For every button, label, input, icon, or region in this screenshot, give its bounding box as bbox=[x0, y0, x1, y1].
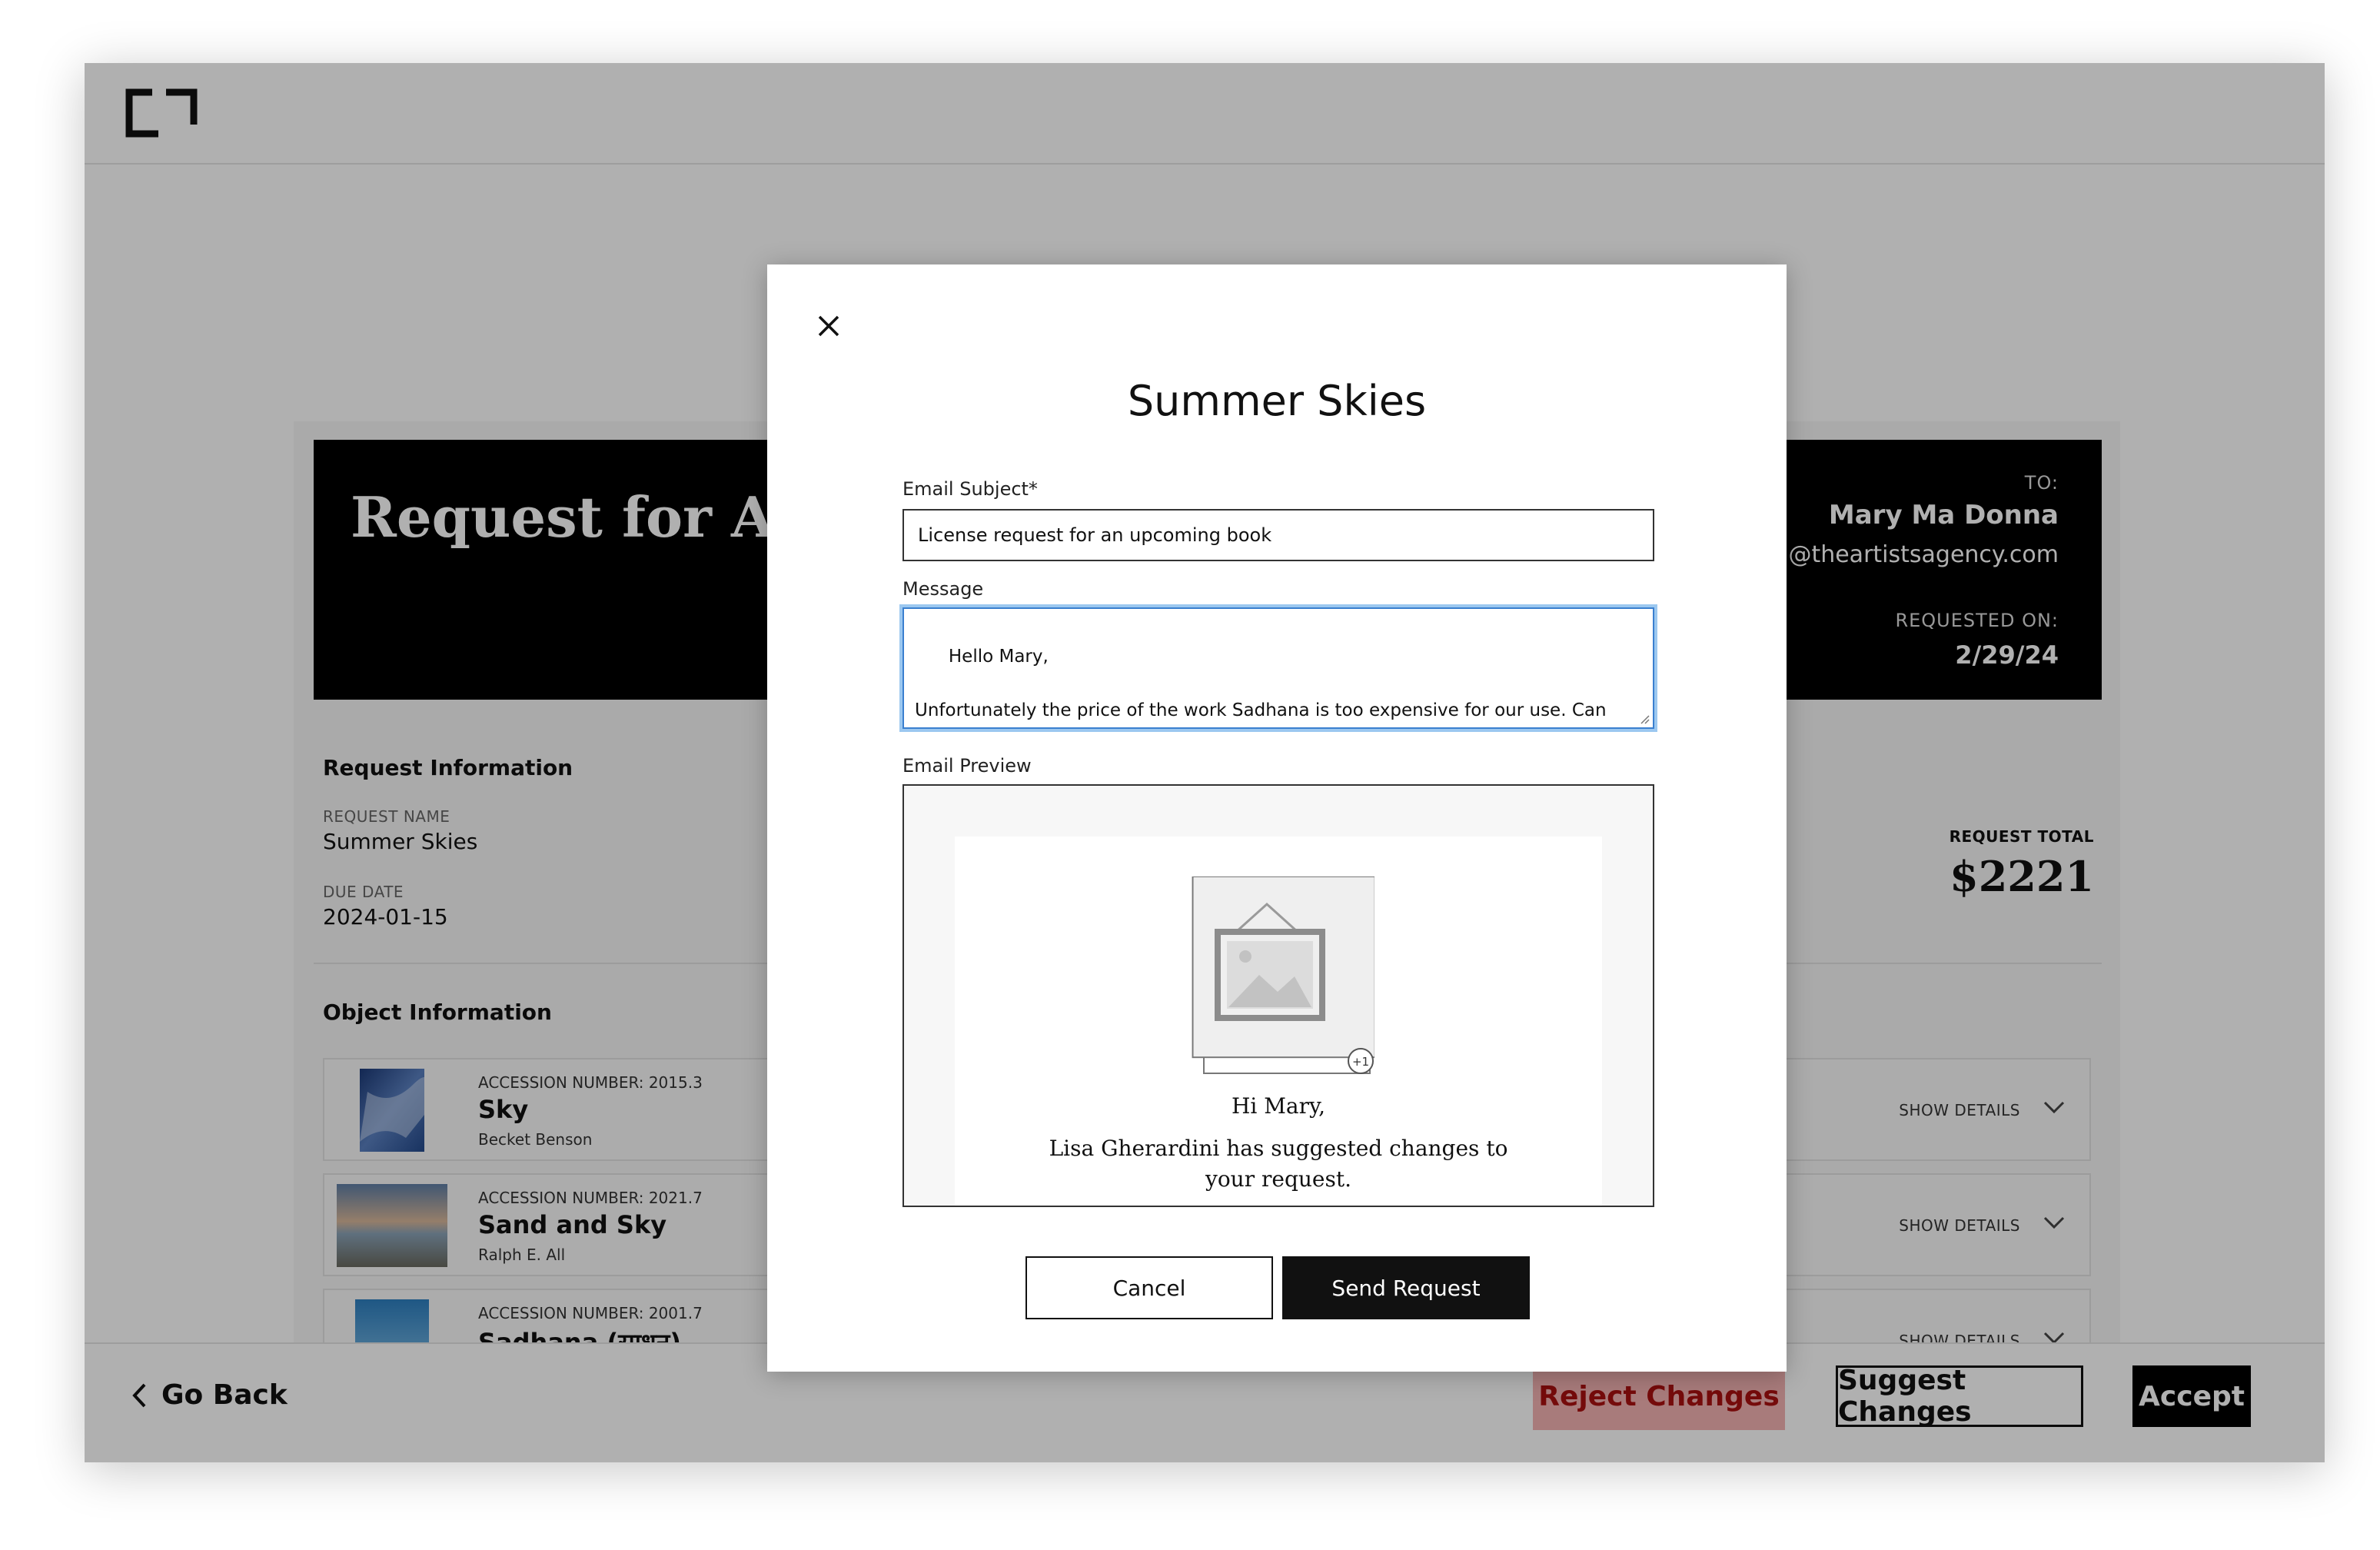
preview-badge: +1 bbox=[1352, 1055, 1369, 1069]
modal-title: Summer Skies bbox=[1127, 377, 1427, 425]
email-preview-label: Email Preview bbox=[902, 755, 1032, 777]
email-subject-label: Email Subject* bbox=[902, 478, 1038, 500]
email-preview-body: +1 Hi Mary, Lisa Gherardini has suggeste… bbox=[955, 837, 1602, 1206]
cancel-button[interactable]: Cancel bbox=[1025, 1256, 1273, 1319]
message-textarea[interactable]: Hello Mary, Unfortunately the price of t… bbox=[902, 607, 1654, 729]
message-label: Message bbox=[902, 578, 984, 600]
preview-message: Lisa Gherardini has suggested changes to… bbox=[1049, 1136, 1508, 1192]
preview-greeting: Hi Mary, bbox=[1231, 1093, 1326, 1119]
close-icon[interactable] bbox=[813, 311, 844, 341]
resize-handle-icon[interactable] bbox=[1639, 713, 1650, 724]
message-text: Hello Mary, Unfortunately the price of t… bbox=[915, 647, 1607, 720]
email-preview: +1 Hi Mary, Lisa Gherardini has suggeste… bbox=[902, 784, 1654, 1207]
email-subject-input[interactable]: License request for an upcoming book bbox=[902, 509, 1654, 561]
send-request-button[interactable]: Send Request bbox=[1282, 1256, 1530, 1319]
send-request-modal: Summer Skies Email Subject* License requ… bbox=[767, 264, 1787, 1372]
artwork-placeholder-icon: +1 bbox=[1192, 876, 1374, 1074]
app-window: Request for A TO: Mary Ma Donna madonna@… bbox=[85, 63, 2325, 1462]
